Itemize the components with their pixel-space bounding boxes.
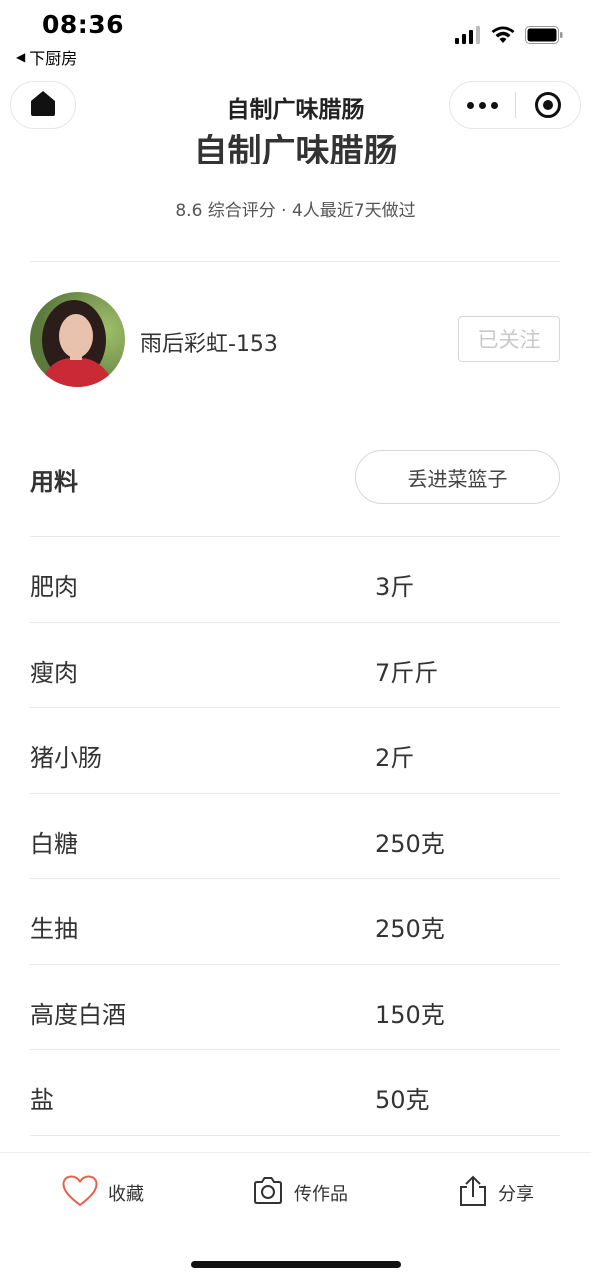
ingredient-amount: 3斤 [375,573,415,601]
upload-label: 传作品 [294,1184,348,1205]
ingredient-amount: 50克 [375,1086,430,1114]
divider [30,1134,560,1136]
back-to-app-link[interactable]: ◀ 下厨房 [16,45,77,69]
ingredients-list: 肥肉 3斤 瘦肉 7斤斤 猪小肠 2斤 白糖 250克 生抽 250克 高度白酒… [30,536,560,1136]
ingredient-name: 盐 [30,1086,54,1114]
follow-button[interactable]: 已关注 [458,316,560,362]
divider [30,261,560,262]
avatar[interactable] [30,292,125,387]
more-icon[interactable] [450,101,515,109]
back-triangle-icon: ◀ [16,50,26,64]
status-icons [455,26,563,48]
wifi-icon [491,26,515,48]
ingredient-row: 盐 50克 [30,1049,560,1135]
heart-icon [62,1174,98,1212]
signal-icon [455,26,481,48]
clock: 08:36 [42,10,125,39]
collect-label: 收藏 [108,1184,144,1205]
nav-bar: 自制广味腊肠 [0,78,591,134]
ingredient-name: 高度白酒 [30,1000,126,1029]
ingredient-name: 瘦肉 [30,658,78,687]
ingredient-row: 肥肉 3斤 [30,536,560,622]
author-name[interactable]: 雨后彩虹-153 [140,326,278,358]
ingredient-row: 猪小肠 2斤 [30,707,560,793]
status-bar: 08:36 ◀ 下厨房 [0,0,591,78]
ingredient-amount: 150克 [375,1000,445,1029]
author-row[interactable]: 雨后彩虹-153 已关注 [30,292,560,387]
ingredient-amount: 250克 [375,915,445,943]
ingredient-name: 生抽 [30,915,78,943]
recipe-page: 自制广味腊肠 8.6 综合评分 · 4人最近7天做过 雨后彩虹-153 已关注 … [0,0,591,1280]
ingredient-name: 白糖 [30,829,78,858]
ingredient-row: 生抽 250克 [30,878,560,964]
share-icon [458,1175,488,1212]
add-to-basket-button[interactable]: 丢进菜篮子 [355,450,560,504]
share-button[interactable]: 分享 [458,1173,534,1213]
home-indicator [191,1261,401,1268]
ingredient-amount: 2斤 [375,744,415,772]
ingredient-amount: 7斤斤 [375,658,439,687]
ingredients-title: 用料 [30,468,78,496]
collect-button[interactable]: 收藏 [62,1173,144,1213]
ingredient-name: 猪小肠 [30,744,102,772]
bottom-action-bar: 收藏 传作品 分享 [0,1152,591,1280]
target-icon[interactable] [516,91,580,119]
rating-summary: 8.6 综合评分 · 4人最近7天做过 [175,201,416,221]
ingredients-header: 用料 丢进菜篮子 [30,450,560,504]
ingredient-name: 肥肉 [30,573,78,601]
ingredient-row: 高度白酒 150克 [30,963,560,1050]
miniprogram-capsule [449,81,581,129]
share-label: 分享 [498,1184,534,1205]
ingredient-amount: 250克 [375,829,445,858]
ingredient-row: 白糖 250克 [30,792,560,879]
back-app-label: 下厨房 [29,49,78,68]
ingredient-row: 瘦肉 7斤斤 [30,621,560,708]
battery-icon [525,26,563,48]
upload-work-button[interactable]: 传作品 [252,1173,348,1213]
camera-icon [252,1176,284,1211]
